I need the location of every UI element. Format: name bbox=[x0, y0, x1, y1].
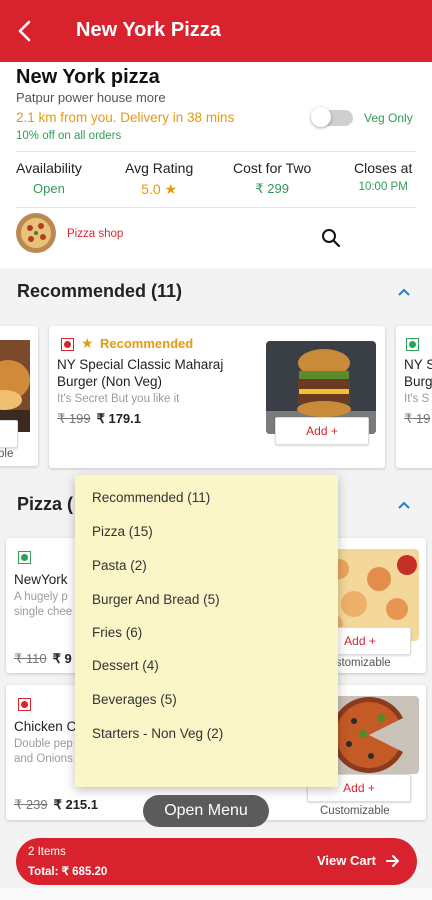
veg-icon bbox=[18, 551, 31, 564]
cost-value: ₹ 299 bbox=[255, 181, 289, 196]
add-to-cart-button[interactable]: Add + bbox=[275, 417, 369, 445]
stat-rating: Avg Rating 5.0 ★ bbox=[125, 160, 193, 198]
open-menu-button[interactable]: Open Menu bbox=[143, 795, 269, 827]
view-cart-label: View Cart bbox=[317, 853, 377, 868]
view-cart-bar[interactable]: 2 Items Total: ₹ 685.20 View Cart bbox=[16, 838, 417, 885]
customizable-label: Customizable bbox=[320, 805, 390, 817]
offer-text: 10% off on all orders bbox=[16, 130, 122, 142]
item-description-line1: A hugely p bbox=[14, 591, 68, 603]
menu-item-recommended[interactable]: Recommended (11) bbox=[92, 490, 210, 505]
menu-item-burger-and-bread[interactable]: Burger And Bread (5) bbox=[92, 592, 220, 607]
star-icon: ★ bbox=[164, 181, 178, 197]
divider bbox=[16, 151, 416, 152]
app-bar: New York Pizza bbox=[0, 0, 432, 62]
divider bbox=[16, 207, 416, 208]
veg-only-label: Veg Only bbox=[364, 111, 413, 125]
stat-cost: Cost for Two ₹ 299 bbox=[233, 160, 311, 197]
item-name-line1: NY Special Classic Maharaj bbox=[57, 357, 224, 372]
item-description-line2: and Onions bbox=[14, 753, 73, 765]
menu-item-dessert[interactable]: Dessert (4) bbox=[92, 658, 159, 673]
restaurant-address: Patpur power house more bbox=[16, 90, 166, 105]
shop-type-label: Pizza shop bbox=[67, 228, 124, 240]
section-title: Pizza ( bbox=[17, 494, 74, 514]
item-name-line2: Burg bbox=[404, 374, 432, 389]
menu-item-pizza[interactable]: Pizza (15) bbox=[92, 524, 153, 539]
section-header-recommended[interactable]: Recommended (11) bbox=[0, 268, 432, 316]
old-price: ₹ 199 bbox=[57, 411, 91, 426]
price-row: ₹ 199 ₹ 179.1 bbox=[57, 411, 141, 427]
closes-label: Closes at bbox=[354, 160, 413, 176]
back-arrow-icon[interactable] bbox=[14, 18, 38, 44]
stat-closes: Closes at 10:00 PM bbox=[354, 160, 412, 193]
page-title: New York Pizza bbox=[76, 19, 221, 41]
price-row: ₹ 239 ₹ 215.1 bbox=[14, 797, 98, 813]
recommended-card[interactable]: ★ Recommended NY Special Classic Maharaj… bbox=[49, 326, 385, 468]
menu-item-starters-non-veg[interactable]: Starters - Non Veg (2) bbox=[92, 726, 223, 741]
cart-total: Total: ₹ 685.20 bbox=[28, 866, 108, 878]
old-price-partial: ₹ 19 bbox=[404, 411, 431, 426]
restaurant-info-panel: New York pizza Patpur power house more 2… bbox=[0, 62, 432, 268]
food-image bbox=[0, 340, 30, 432]
recommended-card-partial-left[interactable]: ble bbox=[0, 326, 38, 466]
closes-value: 10:00 PM bbox=[358, 181, 408, 193]
item-name-line1: NY S bbox=[404, 357, 432, 372]
availability-value: Open bbox=[33, 181, 65, 196]
item-name: Chicken C bbox=[14, 719, 77, 734]
item-name-line2: Burger (Non Veg) bbox=[57, 374, 163, 389]
new-price: ₹ 179.1 bbox=[96, 411, 141, 426]
recommended-badge: Recommended bbox=[100, 336, 194, 351]
rating-value-row: 5.0 ★ bbox=[125, 181, 193, 198]
old-price: ₹ 239 bbox=[14, 797, 48, 812]
stat-availability: Availability Open bbox=[16, 160, 82, 196]
veg-icon bbox=[406, 338, 419, 351]
category-menu-popup: Recommended (11) Pizza (15) Pasta (2) Bu… bbox=[75, 475, 338, 787]
bottom-strip bbox=[0, 888, 432, 900]
availability-label: Availability bbox=[16, 160, 82, 176]
item-description-partial: It's S bbox=[404, 393, 430, 405]
chevron-up-icon[interactable] bbox=[396, 498, 412, 516]
item-description: It's Secret But you like it bbox=[57, 393, 180, 405]
item-description-line1: Double pep bbox=[14, 738, 73, 750]
menu-item-pasta[interactable]: Pasta (2) bbox=[92, 558, 147, 573]
toggle-knob bbox=[311, 107, 331, 127]
add-button-partial[interactable] bbox=[0, 420, 18, 448]
recommended-card-partial-right[interactable]: NY S Burg It's S ₹ 19 bbox=[396, 326, 432, 468]
old-price: ₹ 110 bbox=[14, 651, 47, 666]
star-icon: ★ bbox=[81, 335, 94, 351]
item-description-line2: single chee bbox=[14, 606, 73, 618]
search-icon[interactable] bbox=[320, 227, 342, 254]
rating-label: Avg Rating bbox=[125, 160, 194, 176]
new-price: ₹ 9 bbox=[52, 651, 72, 666]
item-name: NewYork bbox=[14, 572, 68, 587]
item-name-partial: NY S Burg bbox=[404, 356, 432, 390]
restaurant-name: New York pizza bbox=[16, 66, 160, 88]
shop-logo bbox=[16, 213, 56, 253]
menu-item-fries[interactable]: Fries (6) bbox=[92, 625, 142, 640]
cart-item-count: 2 Items bbox=[28, 846, 66, 858]
menu-item-beverages[interactable]: Beverages (5) bbox=[92, 692, 177, 707]
non-veg-icon bbox=[61, 338, 74, 351]
rating-value: 5.0 bbox=[141, 181, 161, 197]
delivery-distance: 2.1 km from you. Delivery in 38 mins bbox=[16, 110, 235, 125]
new-price: ₹ 215.1 bbox=[53, 797, 98, 812]
cost-label: Cost for Two bbox=[233, 160, 312, 176]
price-row: ₹ 110 ₹ 9 bbox=[14, 651, 72, 667]
veg-only-toggle[interactable] bbox=[311, 107, 353, 127]
section-title: Recommended (11) bbox=[17, 281, 183, 301]
chevron-up-icon[interactable] bbox=[396, 285, 412, 303]
item-name: NY Special Classic Maharaj Burger (Non V… bbox=[57, 356, 267, 390]
arrow-right-icon bbox=[386, 853, 400, 874]
non-veg-icon bbox=[18, 698, 31, 711]
customizable-partial: ble bbox=[0, 448, 14, 460]
